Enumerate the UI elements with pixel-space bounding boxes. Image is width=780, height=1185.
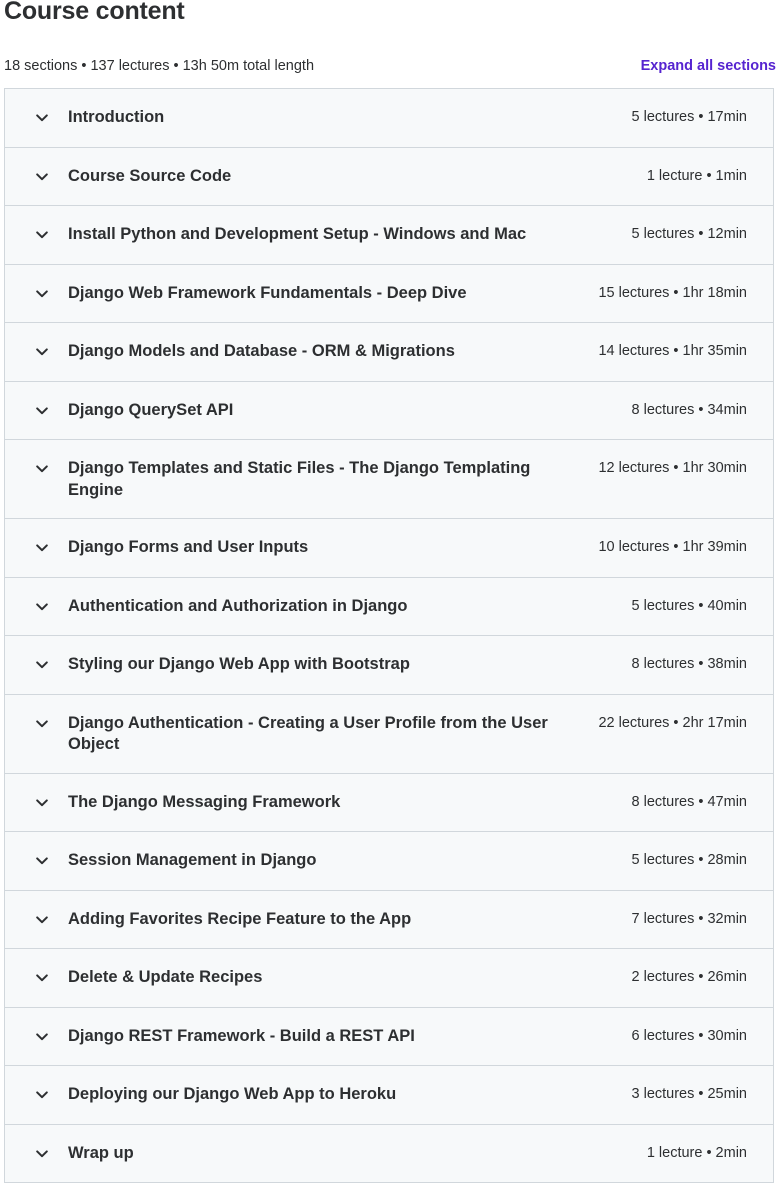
section-lecture-count: 2 lectures • 26min <box>631 969 748 985</box>
section-row[interactable]: Django Web Framework Fundamentals - Deep… <box>5 264 773 323</box>
section-lecture-count: 5 lectures • 28min <box>631 852 748 868</box>
chevron-down-icon <box>35 458 49 480</box>
chevron-down-icon <box>35 537 49 559</box>
section-title: Introduction <box>68 108 165 126</box>
section-row[interactable]: Adding Favorites Recipe Feature to the A… <box>5 890 773 949</box>
section-row[interactable]: Django REST Framework - Build a REST API… <box>5 1007 773 1066</box>
section-row[interactable]: Django Authentication - Creating a User … <box>5 694 773 774</box>
section-title: Django QuerySet API <box>68 400 234 419</box>
chevron-down-icon <box>35 713 49 735</box>
section-lecture-count: 8 lectures • 47min <box>631 793 748 810</box>
section-row[interactable]: Deploying our Django Web App to Heroku 3 … <box>5 1066 773 1125</box>
section-row[interactable]: Course Source Code 1 lecture • 1min <box>5 147 773 206</box>
section-row[interactable]: Django Forms and User Inputs 10 lectures … <box>5 519 773 578</box>
section-lecture-count: 5 lectures • 17min <box>631 109 748 125</box>
chevron-down-icon <box>35 596 49 618</box>
section-lecture-count: 1 lecture • 1min <box>646 167 747 184</box>
section-row[interactable]: Delete & Update Recipes 2 lectures • 26mi… <box>5 949 773 1008</box>
section-lecture-count: 22 lectures • 2hr 17min <box>598 714 747 731</box>
section-row[interactable]: The Django Messaging Framework 8 lectures… <box>5 773 773 832</box>
course-summary-row: 18 sections • 137 lectures • 13h 50m tot… <box>4 56 776 76</box>
chevron-down-icon <box>35 1084 49 1106</box>
section-row[interactable]: Session Management in Django 5 lectures •… <box>5 832 773 891</box>
chevron-down-icon <box>35 166 49 188</box>
section-title: Django Web Framework Fundamentals - Deep… <box>68 283 467 302</box>
chevron-down-icon <box>35 909 49 931</box>
section-list: Introduction 5 lectures • 17min Course Sou… <box>4 88 774 1183</box>
chevron-down-icon <box>35 283 49 305</box>
section-title: Wrap up <box>68 1143 134 1162</box>
section-title: Django Authentication - Creating a User … <box>68 713 548 754</box>
section-lecture-count: 14 lectures • 1hr 35min <box>598 343 747 359</box>
section-title: Django Models and Database - ORM & Migra… <box>68 342 455 360</box>
section-lecture-count: 5 lectures • 40min <box>631 597 748 614</box>
expand-all-sections-button[interactable]: Expand all sections <box>641 58 776 74</box>
chevron-down-icon <box>35 1143 49 1165</box>
section-lecture-count: 5 lectures • 12min <box>631 226 748 242</box>
section-title: Django REST Framework - Build a REST API <box>68 1026 415 1045</box>
course-summary: 18 sections • 137 lectures • 13h 50m tot… <box>4 58 315 74</box>
section-lecture-count: 1 lecture • 2min <box>646 1144 747 1161</box>
section-row[interactable]: Install Python and Development Setup - W… <box>5 206 773 265</box>
section-title: Install Python and Development Setup - W… <box>68 225 527 243</box>
section-title: Session Management in Django <box>68 851 317 869</box>
section-row[interactable]: Django QuerySet API 8 lectures • 34min <box>5 381 773 440</box>
section-lecture-count: 10 lectures • 1hr 39min <box>598 539 747 555</box>
section-lecture-count: 6 lectures • 30min <box>631 1027 748 1044</box>
chevron-down-icon <box>35 850 49 872</box>
section-lecture-count: 8 lectures • 38min <box>631 656 748 672</box>
section-title: Course Source Code <box>68 166 232 185</box>
section-lecture-count: 8 lectures • 34min <box>631 401 748 418</box>
section-lecture-count: 3 lectures • 25min <box>631 1086 748 1102</box>
section-lecture-count: 7 lectures • 32min <box>631 910 748 927</box>
chevron-down-icon <box>35 967 49 989</box>
section-title: Styling our Django Web App with Bootstra… <box>68 655 410 673</box>
chevron-down-icon <box>35 400 49 422</box>
section-title: Authentication and Authorization in Djan… <box>68 596 408 615</box>
section-title: Delete & Update Recipes <box>68 968 263 986</box>
section-row[interactable]: Styling our Django Web App with Bootstra… <box>5 636 773 695</box>
section-row[interactable]: Introduction 5 lectures • 17min <box>5 89 773 148</box>
chevron-down-icon <box>35 654 49 676</box>
section-title: Django Forms and User Inputs <box>68 538 309 556</box>
chevron-down-icon <box>35 792 49 814</box>
section-row[interactable]: Django Models and Database - ORM & Migra… <box>5 323 773 382</box>
section-lecture-count: 12 lectures • 1hr 30min <box>598 460 747 476</box>
section-title: Deploying our Django Web App to Heroku <box>68 1085 397 1103</box>
chevron-down-icon <box>35 107 49 129</box>
section-title: Django Templates and Static Files - The … <box>68 459 531 499</box>
section-row[interactable]: Authentication and Authorization in Djan… <box>5 577 773 636</box>
section-title: The Django Messaging Framework <box>68 792 341 811</box>
section-title: Adding Favorites Recipe Feature to the A… <box>68 909 412 928</box>
section-row[interactable]: Wrap up 1 lecture • 2min <box>5 1124 773 1183</box>
chevron-down-icon <box>35 341 49 363</box>
chevron-down-icon <box>35 224 49 246</box>
page-title: Course content <box>4 0 185 25</box>
section-row[interactable]: Django Templates and Static Files - The … <box>5 440 773 519</box>
chevron-down-icon <box>35 1026 49 1048</box>
section-lecture-count: 15 lectures • 1hr 18min <box>598 284 747 301</box>
